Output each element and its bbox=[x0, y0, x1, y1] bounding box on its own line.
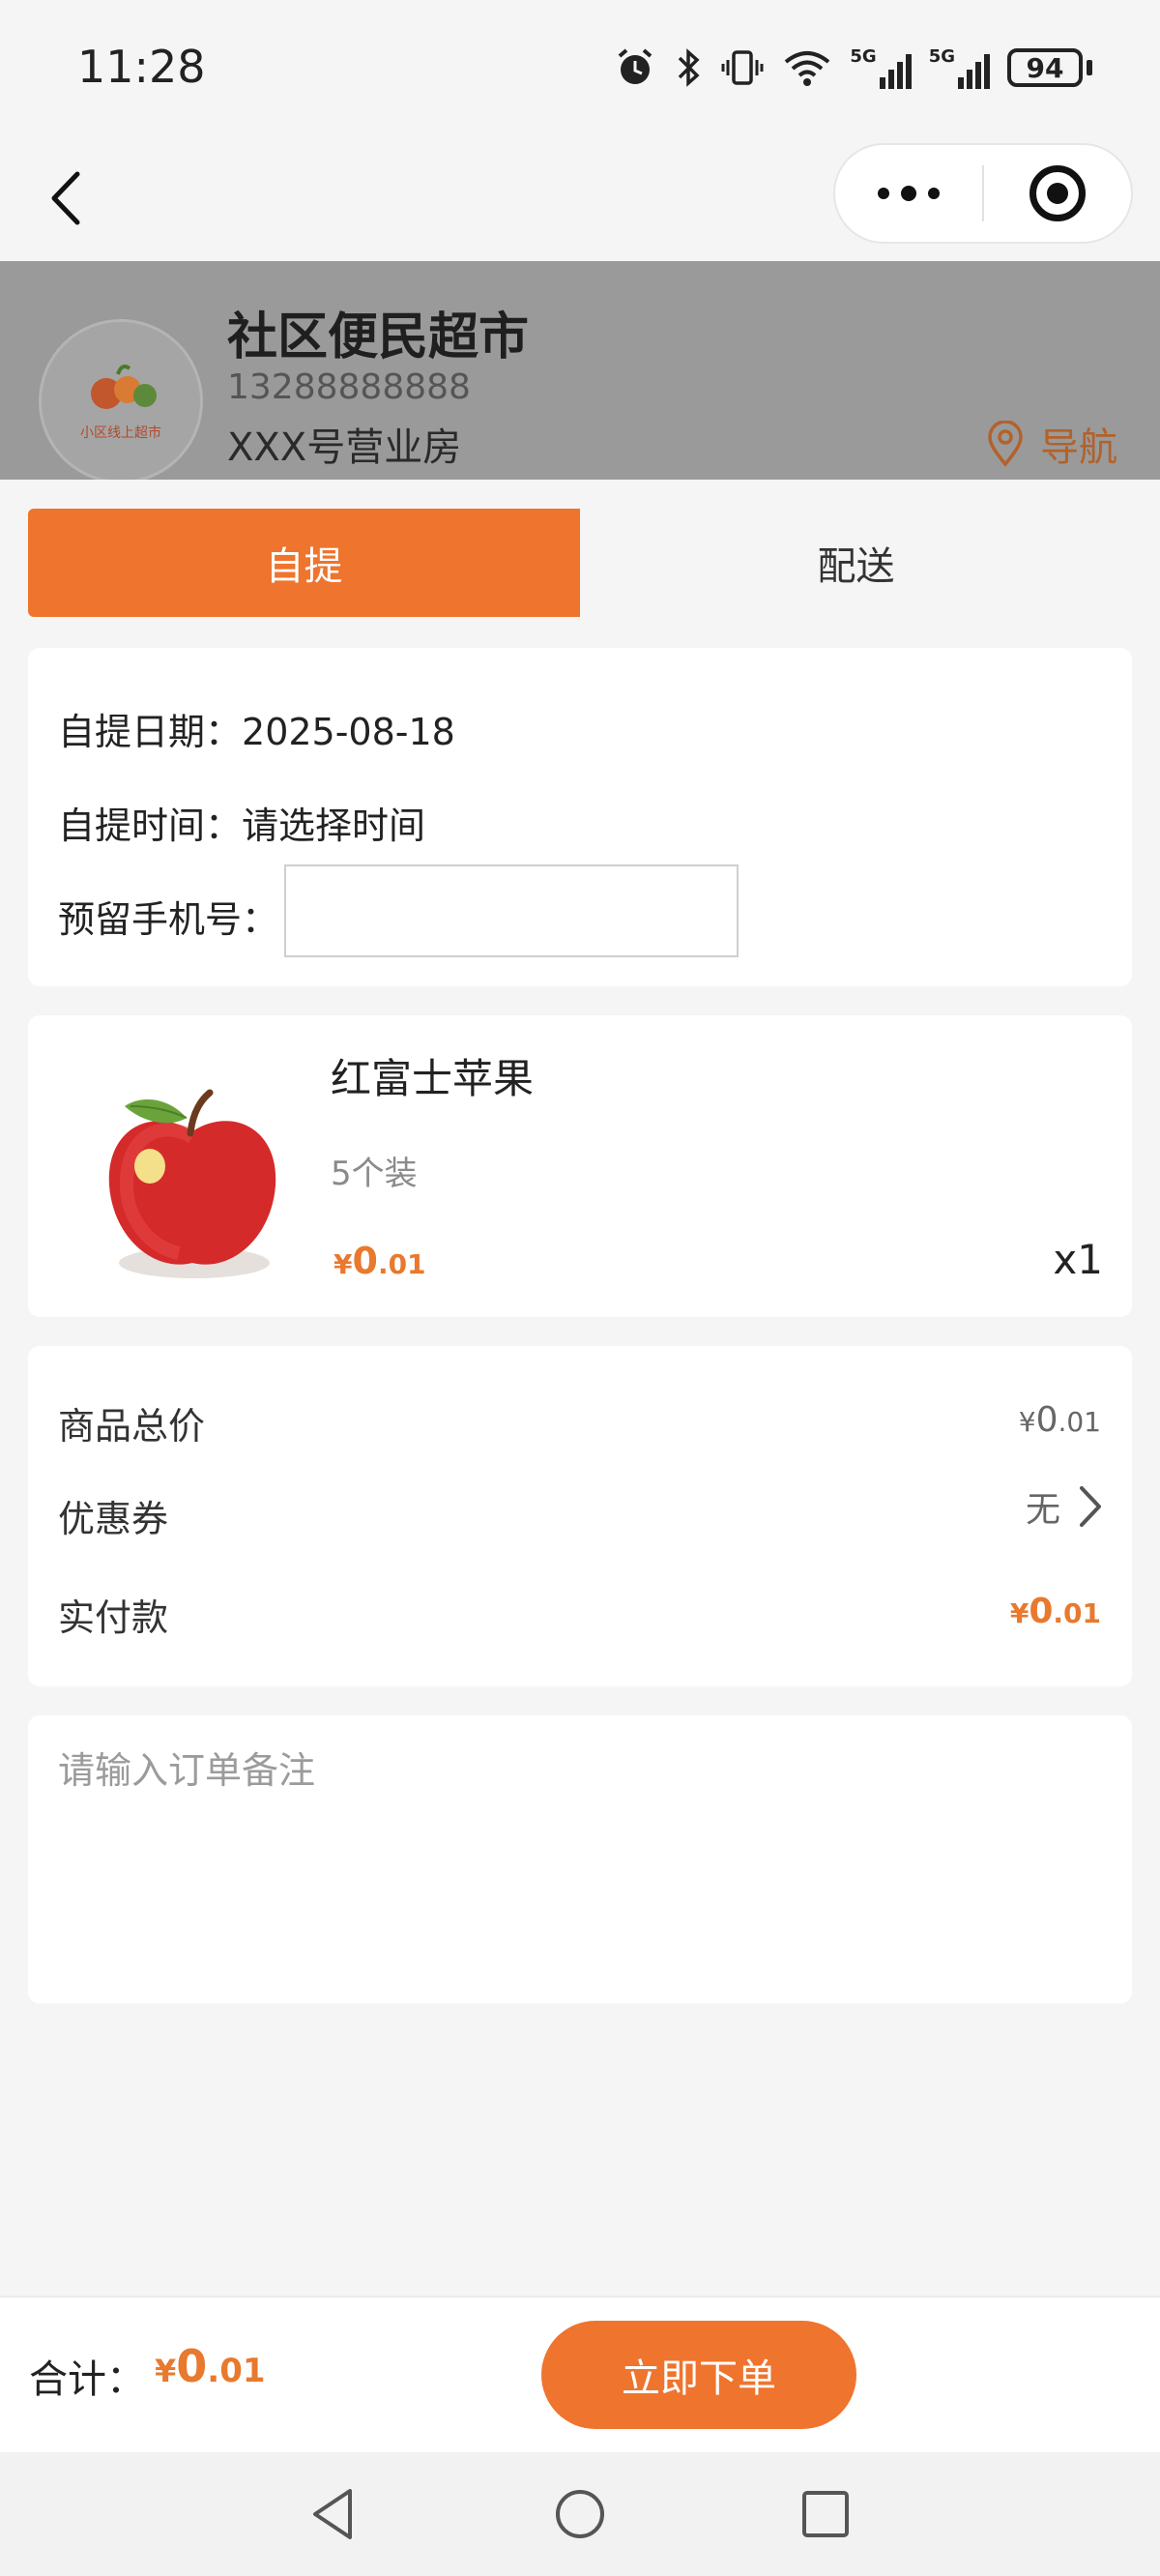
close-mini-program-button[interactable] bbox=[984, 145, 1131, 242]
store-address: XXX号营业房 bbox=[227, 425, 462, 470]
battery-level: 94 bbox=[1007, 48, 1083, 87]
more-dot bbox=[901, 186, 916, 201]
coupon-selector[interactable]: 无 bbox=[1026, 1481, 1103, 1532]
reserved-phone-input[interactable] bbox=[284, 864, 739, 957]
tab-pickup[interactable]: 自提 bbox=[28, 509, 580, 617]
logo-text: 小区线上超市 bbox=[80, 425, 161, 441]
actual-payment-value: ¥0.01 bbox=[1010, 1592, 1101, 1631]
bluetooth-icon bbox=[679, 48, 700, 87]
checkout-bar: 合计： ¥0.01 立即下单 bbox=[0, 2296, 1160, 2452]
pickup-date-row[interactable]: 自提日期：2025-08-18 bbox=[58, 702, 455, 755]
price-integer: 0 bbox=[352, 1240, 378, 1282]
clock: 11:28 bbox=[77, 41, 206, 93]
product-name: 红富士苹果 bbox=[331, 1055, 535, 1102]
battery-icon: 94 bbox=[1007, 48, 1092, 87]
store-name: 社区便民超市 bbox=[227, 308, 530, 366]
pickup-date-value: 2025-08-18 bbox=[242, 711, 455, 753]
navigate-button[interactable]: 导航 bbox=[986, 416, 1117, 472]
product-quantity: x1 bbox=[1053, 1236, 1103, 1283]
status-icons: 5G 5G 94 bbox=[614, 43, 1092, 93]
coupon-label: 优惠券 bbox=[58, 1498, 169, 1540]
pickup-time-value: 请选择时间 bbox=[242, 805, 426, 847]
system-navigation-bar bbox=[0, 2452, 1160, 2576]
pickup-date-label: 自提日期： bbox=[58, 711, 243, 753]
more-dot bbox=[928, 188, 940, 199]
store-phone: 13288888888 bbox=[227, 367, 471, 407]
navigate-label: 导航 bbox=[1040, 425, 1117, 470]
system-recents-icon[interactable] bbox=[795, 2483, 856, 2545]
wifi-icon bbox=[785, 51, 830, 86]
goods-total-label: 商品总价 bbox=[58, 1405, 206, 1448]
total-label: 合计： bbox=[29, 2357, 145, 2402]
price-decimal: .01 bbox=[207, 2352, 266, 2390]
nav-bar bbox=[0, 135, 1160, 261]
price-integer: 0 bbox=[176, 2340, 208, 2392]
goods-total-value: ¥0.01 bbox=[1019, 1400, 1101, 1440]
tab-delivery[interactable]: 配送 bbox=[580, 509, 1132, 617]
fruit-basket-icon bbox=[91, 365, 157, 409]
more-button[interactable] bbox=[835, 145, 982, 242]
total-value: ¥0.01 bbox=[155, 2340, 266, 2392]
pickup-time-row[interactable]: 自提时间：请选择时间 bbox=[58, 796, 425, 849]
product-price: ¥0.01 bbox=[334, 1240, 426, 1282]
more-dot bbox=[878, 188, 889, 199]
status-bar: 11:28 5G 5G 94 bbox=[0, 0, 1160, 135]
system-back-icon[interactable] bbox=[304, 2483, 365, 2545]
coupon-value: 无 bbox=[1025, 1490, 1060, 1530]
delivery-mode-tabs: 自提 配送 bbox=[28, 509, 1132, 617]
chevron-right-icon bbox=[1080, 1486, 1101, 1527]
vibrate-icon bbox=[721, 50, 764, 85]
location-pin-icon bbox=[988, 421, 1023, 467]
product-spec: 5个装 bbox=[331, 1155, 418, 1193]
price-decimal: .01 bbox=[1053, 1597, 1101, 1629]
alarm-icon bbox=[619, 48, 652, 84]
network-type-label: 5G bbox=[928, 46, 955, 67]
price-summary-card: 商品总价 ¥0.01 优惠券 无 实付款 ¥0.01 bbox=[28, 1346, 1132, 1686]
signal-icon-1: 5G bbox=[850, 46, 912, 89]
reserved-phone-label: 预留手机号： bbox=[58, 898, 279, 941]
order-remark-input[interactable] bbox=[58, 1741, 1102, 1973]
actual-payment-label: 实付款 bbox=[58, 1596, 169, 1639]
back-button[interactable] bbox=[39, 164, 97, 232]
price-integer: 0 bbox=[1029, 1592, 1054, 1631]
currency-symbol: ¥ bbox=[1018, 1406, 1036, 1438]
product-card: 红富士苹果 5个装 ¥0.01 x1 bbox=[28, 1015, 1132, 1317]
currency-symbol: ¥ bbox=[334, 1248, 353, 1280]
order-remark-card bbox=[28, 1715, 1132, 2004]
price-decimal: .01 bbox=[1058, 1406, 1101, 1438]
pickup-info-card: 自提日期：2025-08-18 自提时间：请选择时间 预留手机号： bbox=[28, 648, 1132, 986]
price-decimal: .01 bbox=[377, 1248, 426, 1280]
system-home-icon[interactable] bbox=[549, 2483, 611, 2545]
currency-symbol: ¥ bbox=[1009, 1597, 1030, 1629]
mini-program-capsule bbox=[833, 143, 1133, 244]
currency-symbol: ¥ bbox=[155, 2353, 177, 2389]
target-icon bbox=[1029, 165, 1086, 221]
store-header: 小区线上超市 社区便民超市 13288888888 XXX号营业房 导航 bbox=[0, 261, 1160, 480]
store-logo: 小区线上超市 bbox=[39, 319, 203, 480]
apple-product-image bbox=[108, 1089, 276, 1278]
signal-icon-2: 5G bbox=[929, 46, 990, 89]
price-integer: 0 bbox=[1035, 1400, 1058, 1440]
network-type-label: 5G bbox=[850, 46, 877, 67]
pickup-time-label: 自提时间： bbox=[58, 805, 243, 847]
place-order-button[interactable]: 立即下单 bbox=[541, 2321, 856, 2429]
